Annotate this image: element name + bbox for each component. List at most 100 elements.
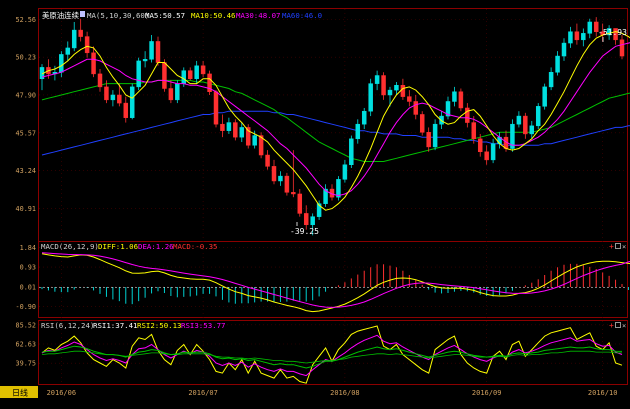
candle-down bbox=[187, 70, 193, 80]
candle-down bbox=[381, 75, 386, 96]
candle-up bbox=[561, 42, 567, 57]
candle-down bbox=[233, 122, 238, 138]
candle-down bbox=[407, 96, 412, 102]
candle-down bbox=[426, 132, 431, 148]
candle-down bbox=[458, 91, 464, 109]
candle-down bbox=[477, 138, 483, 153]
candle-up bbox=[529, 125, 535, 135]
price-y-tick: 40.91 bbox=[16, 205, 36, 213]
ma10-value: MA10:50.46 bbox=[191, 11, 236, 20]
candle-up bbox=[374, 75, 380, 84]
candle-down bbox=[471, 122, 477, 140]
price-y-tick: 43.24 bbox=[16, 167, 36, 175]
period-button[interactable]: 日线 bbox=[0, 386, 38, 398]
futures-chart[interactable]: 52.56 50.23 47.90 45.57 43.24 40.91 1.84 0.93 0.… bbox=[0, 0, 630, 409]
candle-up bbox=[336, 179, 341, 198]
macd-y-tick: 1.84 bbox=[20, 244, 36, 252]
candle-down bbox=[97, 73, 103, 88]
candle-down bbox=[104, 86, 109, 101]
x-tick-label: 2016/10 bbox=[588, 389, 618, 397]
candle-up bbox=[490, 143, 496, 161]
rsi-y-tick: 39.75 bbox=[16, 360, 36, 368]
rsi-close-icon[interactable]: × bbox=[622, 322, 626, 330]
instrument-title: 美原油连续 bbox=[42, 11, 80, 20]
ma30-value: MA30:48.07 bbox=[236, 11, 281, 20]
rsi-y-tick: 85.52 bbox=[16, 321, 36, 329]
candle-down bbox=[291, 192, 296, 195]
candle-down bbox=[297, 193, 303, 214]
candle-down bbox=[413, 101, 419, 115]
rsi-y-tick: 62.63 bbox=[16, 340, 36, 348]
rsi2-value: RSI2:50.13 bbox=[137, 321, 182, 330]
candle-down bbox=[200, 65, 206, 75]
candle-down bbox=[123, 102, 129, 118]
candle-up bbox=[581, 33, 586, 41]
candle-up bbox=[587, 21, 593, 34]
ma-color-swatch bbox=[80, 11, 85, 17]
candle-up bbox=[368, 83, 373, 112]
candle-down bbox=[574, 31, 580, 41]
macd-dea-value: DEA:1.26 bbox=[138, 242, 174, 251]
candle-up bbox=[226, 122, 232, 131]
candle-up bbox=[278, 175, 283, 182]
price-y-tick: 50.23 bbox=[16, 54, 36, 62]
candle-up bbox=[394, 85, 399, 91]
ma5-value: MA5:50.57 bbox=[145, 11, 185, 20]
rsi-add-icon[interactable]: + bbox=[609, 321, 614, 330]
candle-down bbox=[284, 175, 290, 193]
candle-up bbox=[129, 86, 135, 118]
candle-up bbox=[535, 106, 541, 127]
candle-up bbox=[142, 59, 148, 62]
rsi1-value: RSI1:37.41 bbox=[93, 321, 138, 330]
candle-down bbox=[168, 88, 174, 101]
candle-up bbox=[175, 83, 180, 101]
candle-up bbox=[110, 94, 116, 101]
candle-down bbox=[271, 166, 277, 182]
price-y-tick: 52.56 bbox=[16, 16, 36, 24]
ma60-value: MA60:46.0 bbox=[282, 11, 322, 20]
candle-down bbox=[523, 115, 528, 135]
macd-y-tick: 0.01 bbox=[20, 283, 36, 291]
candle-up bbox=[65, 47, 71, 55]
candle-up bbox=[432, 123, 438, 148]
candle-up bbox=[239, 127, 245, 138]
candle-down bbox=[117, 94, 122, 104]
x-tick-label: 2016/09 bbox=[472, 389, 502, 397]
candle-down bbox=[220, 123, 225, 131]
candle-up bbox=[342, 164, 348, 180]
candle-down bbox=[213, 91, 219, 125]
macd-diff-value: DIFF:1.06 bbox=[98, 242, 138, 251]
candle-up bbox=[136, 60, 141, 88]
rsi3-value: RSI3:53.77 bbox=[181, 321, 226, 330]
macd-add-icon[interactable]: + bbox=[609, 242, 614, 251]
candle-down bbox=[400, 85, 406, 97]
macd-close-icon[interactable]: × bbox=[622, 243, 626, 251]
macd-y-tick: 0.93 bbox=[20, 264, 36, 272]
candle-up bbox=[59, 54, 64, 73]
macd-params: MACD(26,12,9) bbox=[41, 242, 99, 251]
candle-down bbox=[619, 39, 625, 57]
rsi-legend: RSI(6,12,24) RSI1:37.41 RSI2:50.13 RSI3:… bbox=[41, 321, 226, 330]
candle-up bbox=[387, 89, 393, 96]
candle-up bbox=[71, 29, 77, 49]
candle-down bbox=[155, 41, 161, 63]
candle-up bbox=[516, 115, 522, 125]
candle-down bbox=[484, 151, 489, 161]
x-tick-label: 2016/08 bbox=[330, 389, 360, 397]
candle-up bbox=[548, 72, 554, 88]
x-tick-label: 2016/07 bbox=[188, 389, 218, 397]
price-y-tick: 47.90 bbox=[16, 91, 36, 99]
period-button-label: 日线 bbox=[12, 388, 28, 398]
candle-up bbox=[149, 41, 154, 60]
rsi-params: RSI(6,12,24) bbox=[41, 321, 94, 330]
macd-legend: MACD(26,12,9) DIFF:1.06 DEA:1.26 MACD:-0… bbox=[41, 242, 218, 251]
x-tick-label: 2016/06 bbox=[47, 389, 77, 397]
candle-up bbox=[361, 110, 367, 125]
high-price-annotation: -51.93 bbox=[598, 28, 627, 37]
candle-down bbox=[84, 36, 90, 54]
candle-down bbox=[162, 62, 167, 89]
candle-down bbox=[465, 107, 470, 123]
candle-down bbox=[78, 29, 83, 37]
candle-down bbox=[91, 52, 96, 75]
candle-up bbox=[355, 123, 361, 140]
